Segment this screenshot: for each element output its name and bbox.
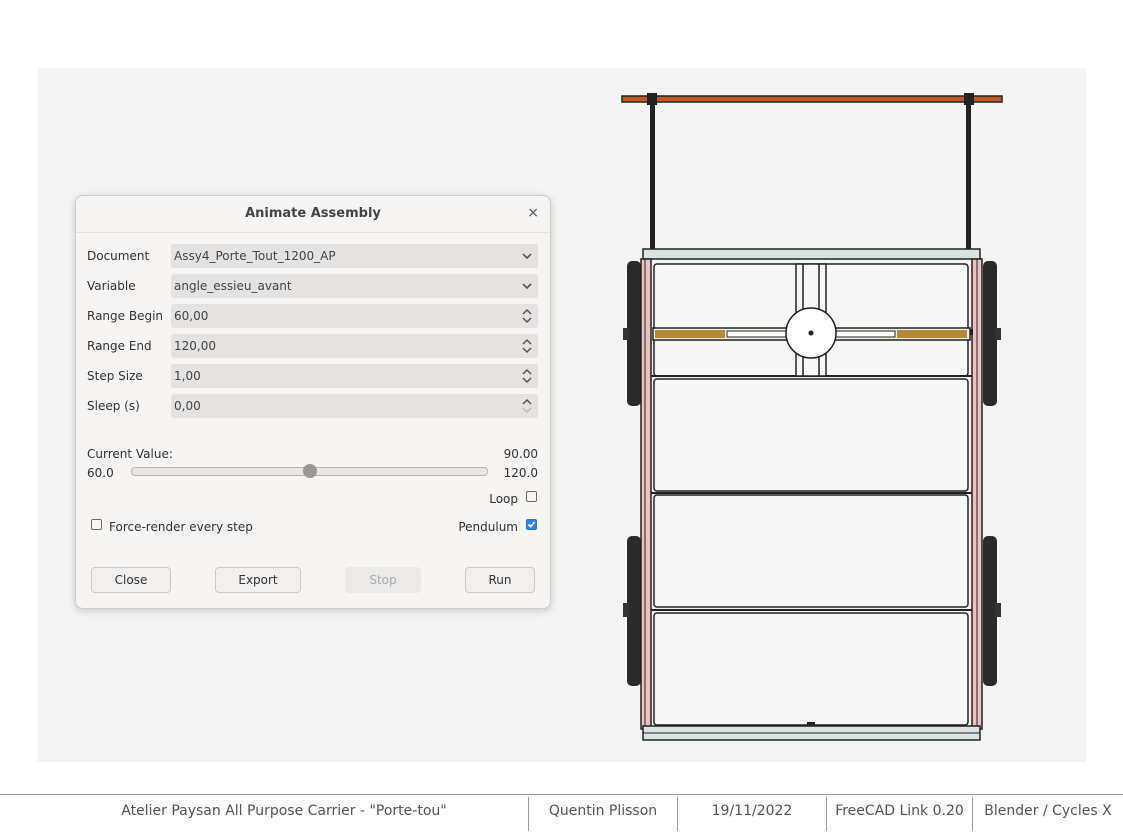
footer-project: Atelier Paysan All Purpose Carrier - "Po…: [121, 803, 447, 819]
spin-arrows-icon[interactable]: [522, 305, 532, 327]
range-begin-value: 60,00: [174, 309, 209, 323]
wheel-front-left: [627, 261, 641, 406]
step-size-spinbox[interactable]: 1,00: [171, 364, 538, 388]
credits-footer: Atelier Paysan All Purpose Carrier - "Po…: [0, 794, 1123, 832]
sleep-label: Sleep (s): [87, 399, 140, 413]
slider-min-label: 60.0: [87, 466, 114, 480]
value-slider[interactable]: [131, 464, 488, 478]
dialog-titlebar[interactable]: Animate Assembly ×: [76, 196, 550, 233]
wheel-front-right: [983, 261, 997, 406]
force-render-checkbox[interactable]: [91, 519, 102, 530]
handle-post-left: [650, 102, 655, 252]
loop-checkbox[interactable]: [526, 491, 537, 502]
variable-select[interactable]: angle_essieu_avant: [171, 274, 538, 298]
deck-panel-3: [653, 494, 969, 608]
document-label: Document: [87, 249, 150, 263]
range-end-spinbox[interactable]: 120,00: [171, 334, 538, 358]
footer-renderer: Blender / Cycles X: [984, 803, 1112, 819]
chevron-down-icon: [522, 276, 532, 299]
side-rail-left: [640, 258, 652, 730]
range-begin-row: Range Begin 60,00: [76, 304, 550, 328]
pendulum-label: Pendulum: [458, 520, 518, 534]
close-button[interactable]: Close: [91, 567, 171, 593]
spin-arrows-icon[interactable]: [522, 365, 532, 387]
variable-row: Variable angle_essieu_avant: [76, 274, 550, 298]
sleep-value: 0,00: [174, 399, 201, 413]
pendulum-checkbox[interactable]: [526, 519, 537, 530]
sleep-spinbox[interactable]: 0,00: [171, 394, 538, 418]
handle-bar: [621, 95, 1003, 103]
footer-date: 19/11/2022: [711, 803, 793, 819]
close-icon[interactable]: ×: [527, 205, 539, 221]
stop-button[interactable]: Stop: [345, 567, 421, 593]
range-end-row: Range End 120,00: [76, 334, 550, 358]
run-button[interactable]: Run: [465, 567, 535, 593]
range-begin-spinbox[interactable]: 60,00: [171, 304, 538, 328]
dialog-title: Animate Assembly: [245, 206, 381, 221]
range-end-label: Range End: [87, 339, 152, 353]
handle-post-right: [966, 102, 971, 252]
footer-software: FreeCAD Link 0.20: [835, 803, 964, 819]
document-row: Document Assy4_Porte_Tout_1200_AP: [76, 244, 550, 268]
variable-label: Variable: [87, 279, 136, 293]
sleep-row: Sleep (s) 0,00: [76, 394, 550, 418]
step-size-row: Step Size 1,00: [76, 364, 550, 388]
animate-assembly-dialog: Animate Assembly × Document Assy4_Porte_…: [75, 195, 551, 609]
spin-arrows-icon[interactable]: [522, 395, 532, 417]
deck-panel-2: [653, 378, 969, 492]
deck-panel-4: [653, 612, 969, 726]
document-value: Assy4_Porte_Tout_1200_AP: [174, 249, 336, 263]
export-button[interactable]: Export: [215, 567, 301, 593]
range-end-value: 120,00: [174, 339, 216, 353]
step-size-value: 1,00: [174, 369, 201, 383]
loop-label: Loop: [489, 492, 518, 506]
slider-max-label: 120.0: [503, 466, 538, 480]
front-rail: [642, 248, 981, 260]
spin-arrows-icon[interactable]: [522, 335, 532, 357]
slider-handle[interactable]: [302, 464, 317, 478]
force-render-label: Force-render every step: [109, 520, 253, 534]
wheel-rear-left: [627, 536, 641, 686]
step-size-label: Step Size: [87, 369, 143, 383]
document-select[interactable]: Assy4_Porte_Tout_1200_AP: [171, 244, 538, 268]
range-begin-label: Range Begin: [87, 309, 164, 323]
chevron-down-icon: [522, 246, 532, 269]
footer-author: Quentin Plisson: [548, 803, 658, 819]
current-value: 90.00: [503, 447, 538, 461]
wheel-rear-right: [983, 536, 997, 686]
variable-value: angle_essieu_avant: [174, 279, 292, 293]
current-value-label: Current Value:: [87, 447, 173, 461]
